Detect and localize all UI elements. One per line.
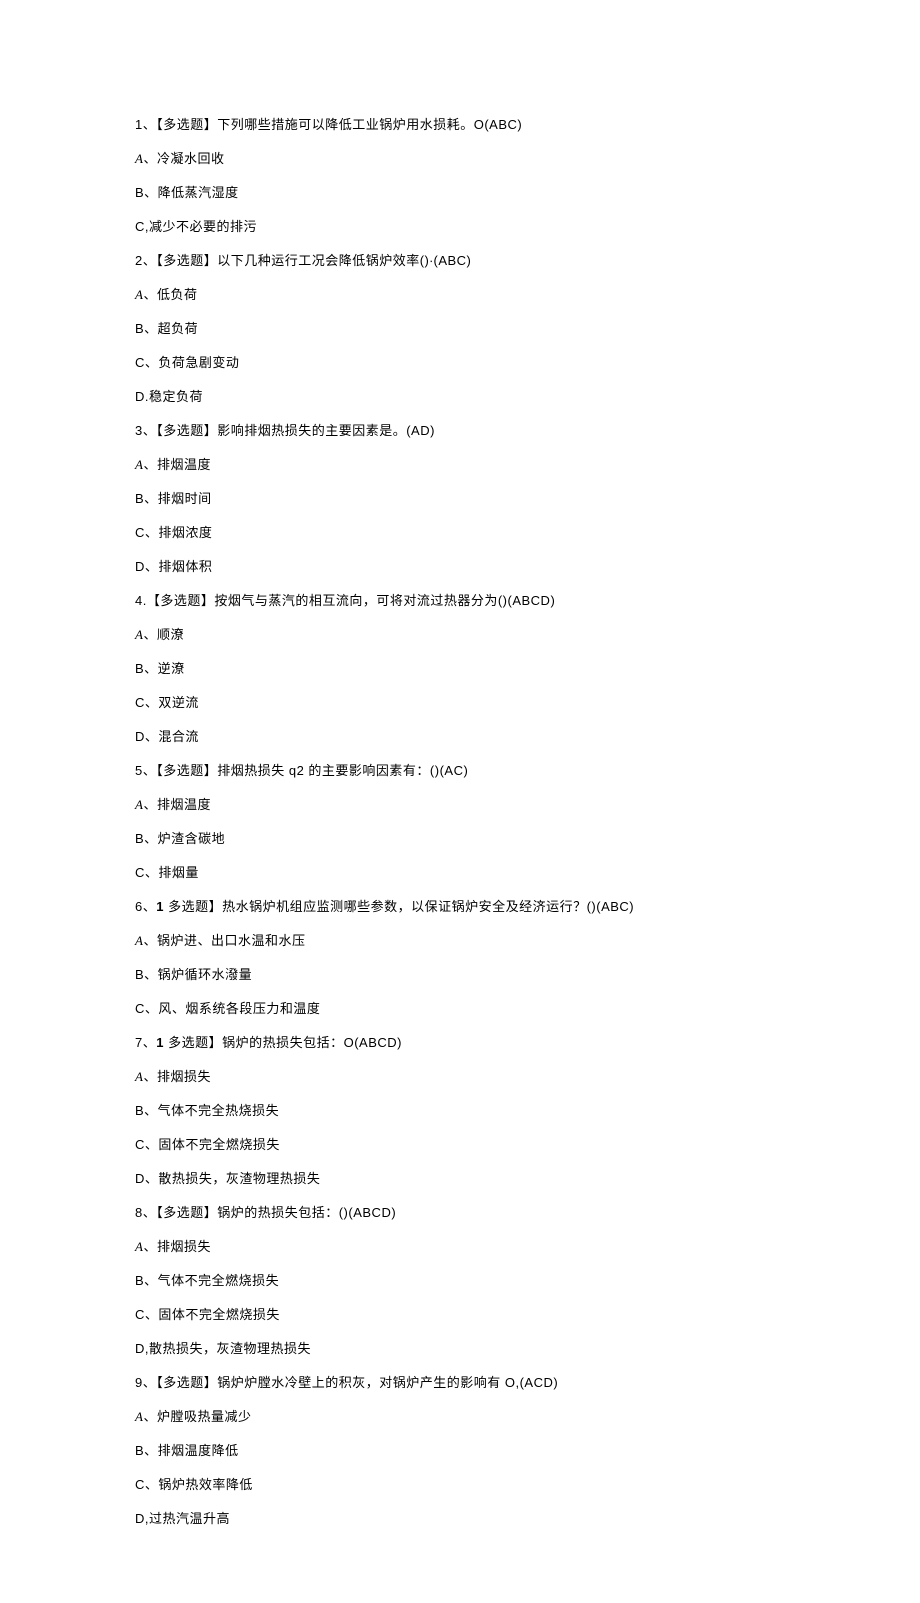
text-line: C、风、烟系统各段压力和温度 <box>135 999 785 1019</box>
text-line: A、顺潦 <box>135 625 785 645</box>
text-line: B、排烟温度降低 <box>135 1441 785 1461</box>
text-line: 4.【多选题】按烟气与蒸汽的相互流向，可将对流过热器分为()(ABCD) <box>135 591 785 611</box>
text-line: A、排烟温度 <box>135 795 785 815</box>
text-line: 1、【多选题】下列哪些措施可以降低工业锅炉用水损耗。O(ABC) <box>135 115 785 135</box>
text-line: D.稳定负荷 <box>135 387 785 407</box>
text-line: A、锅炉进、出口水温和水压 <box>135 931 785 951</box>
text-line: 6、1 多选题】热水锅炉机组应监测哪些参数，以保证锅炉安全及经济运行？()(AB… <box>135 897 785 917</box>
text-line: 5、【多选题】排烟热损失 q2 的主要影响因素有：()(AC) <box>135 761 785 781</box>
text-line: A、冷凝水回收 <box>135 149 785 169</box>
text-line: D、散热损失，灰渣物理热损失 <box>135 1169 785 1189</box>
text-line: B、排烟时间 <box>135 489 785 509</box>
text-line: C,减少不必要的排污 <box>135 217 785 237</box>
text-line: C、锅炉热效率降低 <box>135 1475 785 1495</box>
text-line: C、排烟浓度 <box>135 523 785 543</box>
text-line: 2、【多选题】以下几种运行工况会降低锅炉效率()∙(ABC) <box>135 251 785 271</box>
text-line: A、排烟温度 <box>135 455 785 475</box>
text-line: B、降低蒸汽湿度 <box>135 183 785 203</box>
text-line: B、逆潦 <box>135 659 785 679</box>
text-line: A、炉膛吸热量减少 <box>135 1407 785 1427</box>
text-line: D、排烟体积 <box>135 557 785 577</box>
text-line: A、低负荷 <box>135 285 785 305</box>
text-line: C、负荷急剧变动 <box>135 353 785 373</box>
text-line: A、排烟损失 <box>135 1237 785 1257</box>
text-line: A、排烟损失 <box>135 1067 785 1087</box>
text-line: C、固体不完全燃烧损失 <box>135 1135 785 1155</box>
text-line: B、炉渣含碳地 <box>135 829 785 849</box>
text-line: D,过热汽温升高 <box>135 1509 785 1529</box>
text-line: C、排烟量 <box>135 863 785 883</box>
text-line: B、锅炉循环水潑量 <box>135 965 785 985</box>
text-line: C、固体不完全燃烧损失 <box>135 1305 785 1325</box>
text-line: D,散热损失，灰渣物理热损失 <box>135 1339 785 1359</box>
text-line: 3、【多选题】影响排烟热损失的主要因素是。(AD) <box>135 421 785 441</box>
text-line: C、双逆流 <box>135 693 785 713</box>
text-line: D、混合流 <box>135 727 785 747</box>
text-line: 7、1 多选题】锅炉的热损失包括：O(ABCD) <box>135 1033 785 1053</box>
text-line: 8、【多选题】锅炉的热损失包括：()(ABCD) <box>135 1203 785 1223</box>
document-body: 1、【多选题】下列哪些措施可以降低工业锅炉用水损耗。O(ABC) A、冷凝水回收 B… <box>135 115 785 1529</box>
text-line: 9、【多选题】锅炉炉膛水冷壁上的积灰，对锅炉产生的影响有 O,(ACD) <box>135 1373 785 1393</box>
text-line: B、超负荷 <box>135 319 785 339</box>
text-line: B、气体不完全热烧损失 <box>135 1101 785 1121</box>
text-line: B、气体不完全燃烧损失 <box>135 1271 785 1291</box>
